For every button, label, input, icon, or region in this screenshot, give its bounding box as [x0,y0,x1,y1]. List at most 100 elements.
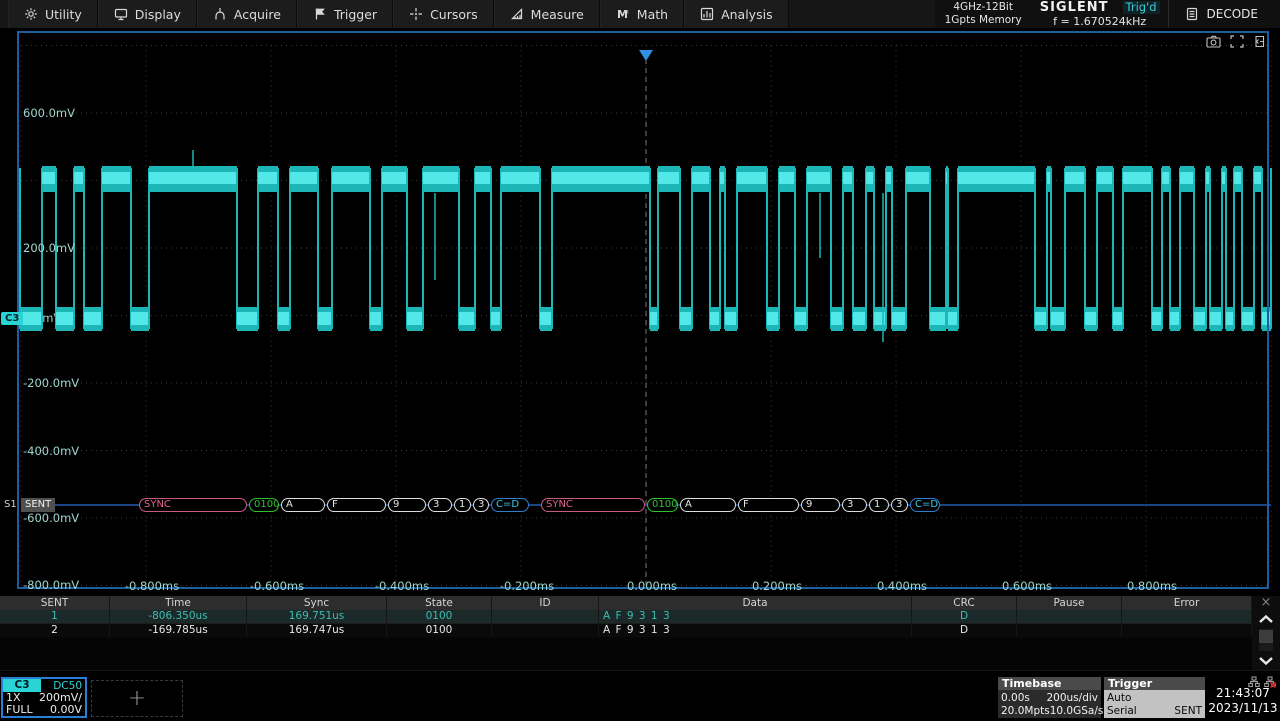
table-row[interactable]: 2-169.785us169.747us0100A F 9 3 1 3D [0,623,1252,637]
time-label: 0.200ms [732,579,822,593]
decode-segment-data: 3 [473,498,489,512]
column-header-error: Error [1122,596,1252,610]
close-icon[interactable]: × [1261,596,1272,610]
scroll-up-button[interactable] [1258,610,1274,628]
decode-segment-crc: C=D [491,498,529,512]
channel-coupling: DC50 [41,680,85,692]
table-cell [492,610,599,623]
probe-icon [213,7,227,21]
list-icon [1185,7,1199,21]
brand-logo: SIGLENT [1040,0,1109,15]
column-header-id: ID [492,596,599,610]
decode-button[interactable]: DECODE [1168,0,1280,28]
decode-segment-st: 0100 [647,498,678,512]
menu-item-label: Trigger [334,7,377,22]
scrollbar-thumb[interactable] [1259,630,1273,643]
table-cell: -806.350us [110,610,247,623]
trigger-status-badge: Trig'd [1123,1,1160,15]
decode-segment-st: 0100 [249,498,279,512]
time-label: 0.600ms [982,579,1072,593]
trigger-position-marker [639,50,653,61]
table-cell [1122,610,1252,623]
table-cell: D [912,624,1017,637]
column-header-data: Data [599,596,912,610]
voltage-label: -800.0mV [23,578,79,592]
serial-bus-protocol-badge[interactable]: SENT [21,498,55,512]
channel-position-marker[interactable]: C3 [1,312,23,325]
column-header-sent: SENT [0,596,110,610]
menu-item-trigger[interactable]: Trigger [297,0,393,28]
trigger-mode: Auto [1107,692,1131,704]
menu-item-label: Cursors [430,7,478,22]
voltage-label: -400.0mV [23,444,79,458]
trigger-source: SENT [1174,705,1202,717]
timebase-delay: 0.00s [1001,692,1030,704]
flip-icon[interactable] [1253,35,1266,48]
time-label: -0.200ms [482,579,572,593]
scroll-down-button[interactable] [1258,652,1274,670]
timebase-box[interactable]: Timebase 0.00s 200us/div 20.0Mpts 10.0GS… [998,677,1101,718]
oscilloscope-screen: Utility Display Acquire Trigger Cursors Measu… [0,0,1280,720]
gear-icon [24,7,38,21]
time-label: 0.800ms [1107,579,1197,593]
menu-item-label: Math [637,7,668,22]
trigger-type: Serial [1107,705,1137,717]
column-header-sync: Sync [247,596,387,610]
plus-icon: + [128,689,146,709]
camera-icon[interactable] [1206,35,1221,48]
menu-item-acquire[interactable]: Acquire [197,0,297,28]
column-header-crc: CRC [912,596,1017,610]
time-label: 0.000ms [607,579,697,593]
menu-bar: Utility Display Acquire Trigger Cursors Measu… [0,0,1280,28]
decode-segment-data: F [738,498,799,512]
menu-item-cursors[interactable]: Cursors [393,0,494,28]
table-cell: 169.751us [247,610,387,623]
ruler-icon [510,7,524,21]
menu-item-label: Acquire [234,7,281,22]
decode-segment-data: A [680,498,736,512]
menu-item-label: Measure [531,7,584,22]
menu-item-utility[interactable]: Utility [8,0,98,28]
decode-label: DECODE [1207,7,1258,21]
menu-item-math[interactable]: MxMath [600,0,684,28]
scrollbar-track[interactable] [1259,629,1273,651]
crosshair-icon [409,7,423,21]
voltage-label: -200.0mV [23,376,79,390]
trigger-box[interactable]: Trigger Auto Serial SENT [1104,677,1205,718]
system-time: 21:43:07 [1208,686,1278,701]
descriptor-bar: C3 DC50 1X 200mV/ FULL 0.00V + Timebase … [0,670,1280,721]
timebase-title: Timebase [998,677,1101,690]
time-label: 0.400ms [857,579,947,593]
menu-items: Utility Display Acquire Trigger Cursors Measu… [0,0,789,28]
decode-segment-data: 1 [869,498,889,512]
channel-descriptor-box[interactable]: C3 DC50 1X 200mV/ FULL 0.00V [1,677,87,718]
decode-segment-data: A [281,498,325,512]
table-cell: A F 9 3 1 3 [599,610,912,623]
decode-segment-data: 9 [801,498,840,512]
display-icon [114,7,128,21]
table-scrollbar[interactable]: × [1252,596,1280,670]
trigger-title: Trigger [1104,677,1205,690]
brand-block: SIGLENT Trig'd f = 1.670524kHz [1032,0,1168,28]
menu-item-display[interactable]: Display [98,0,197,28]
fullscreen-icon[interactable] [1230,35,1244,48]
menu-item-analysis[interactable]: Analysis [684,0,789,28]
decode-segment-data: 3 [842,498,867,512]
add-channel-slot[interactable]: + [91,680,183,717]
table-cell: D [912,610,1017,623]
decode-segment-crc: C=D [910,498,940,512]
trigger-frequency: f = 1.670524kHz [1040,15,1160,28]
svg-text:x: x [625,8,629,16]
lan-icon [1248,673,1260,686]
menu-item-label: Utility [45,7,82,22]
menu-item-measure[interactable]: Measure [494,0,600,28]
decode-segment-data: 3 [428,498,452,512]
table-cell: -169.785us [110,624,247,637]
graticule-toolbar [1206,35,1266,48]
table-cell: 0100 [387,624,492,637]
memory-depth: 20.0Mpts [1001,705,1050,717]
column-header-time: Time [110,596,247,610]
sample-rate: 10.0GSa/s [1050,705,1104,717]
lan-disconnected-icon [1264,673,1276,686]
table-row[interactable]: 1-806.350us169.751us0100A F 9 3 1 3D [0,610,1252,623]
